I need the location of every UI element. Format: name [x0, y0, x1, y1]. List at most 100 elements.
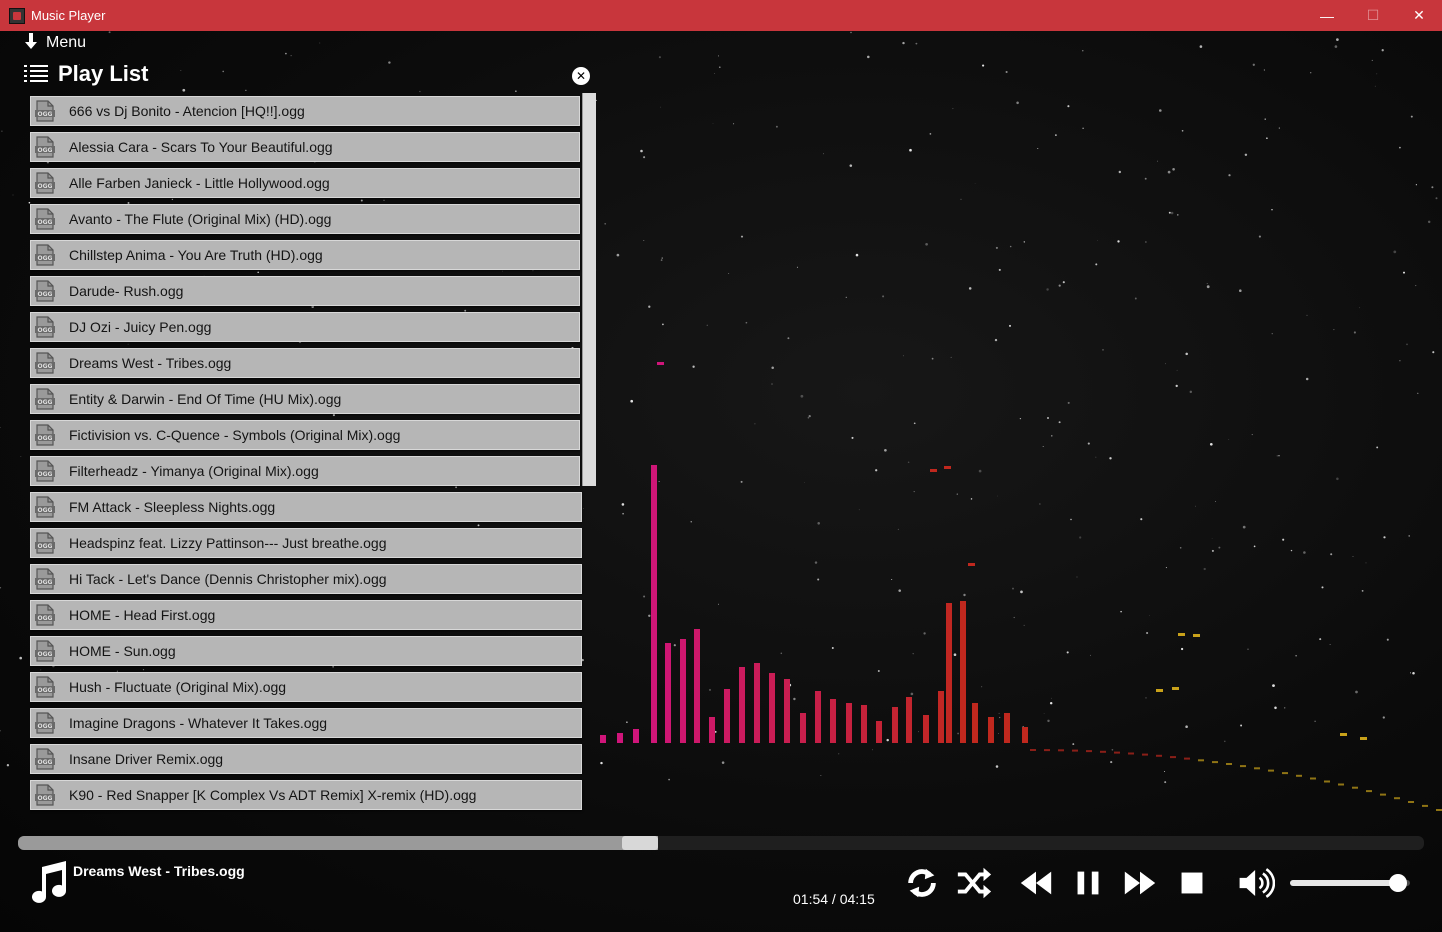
spectrum-bar [946, 603, 952, 743]
spectrum-bar [769, 673, 775, 743]
spectrum-bar [1004, 713, 1010, 743]
floor-marker [1142, 753, 1148, 756]
spectrum-bar [923, 715, 929, 743]
playlist-track[interactable]: OGG Alessia Cara - Scars To Your Beautifu… [30, 132, 580, 162]
ogg-file-icon: OGG [33, 711, 57, 735]
playlist-track[interactable]: OGG Hush - Fluctuate (Original Mix).ogg [30, 672, 582, 702]
playlist-track[interactable]: OGG Alle Farben Janieck - Little Hollywoo… [30, 168, 580, 198]
spectrum-bar [960, 601, 966, 743]
ogg-file-icon: OGG [33, 279, 57, 303]
track-name: Darude- Rush.ogg [69, 283, 184, 299]
ogg-file-icon: OGG [33, 207, 57, 231]
stop-button[interactable] [1170, 861, 1214, 905]
floor-marker [1044, 749, 1050, 752]
pause-button[interactable] [1066, 861, 1110, 905]
peak-marker [1172, 687, 1179, 690]
close-playlist-icon[interactable]: ✕ [572, 67, 590, 85]
floor-marker [1366, 790, 1372, 793]
shuffle-icon [957, 867, 992, 899]
floor-marker [1030, 749, 1036, 751]
playlist-track[interactable]: OGG Imagine Dragons - Whatever It Takes.o… [30, 708, 582, 738]
floor-marker [1086, 750, 1092, 753]
now-playing: Dreams West - Tribes.ogg [28, 857, 245, 905]
svg-text:OGG: OGG [38, 219, 53, 226]
svg-text:OGG: OGG [38, 363, 53, 370]
playlist-track[interactable]: OGG Hi Tack - Let's Dance (Dennis Christo… [30, 564, 582, 594]
playlist-track[interactable]: OGG 666 vs Dj Bonito - Atencion [HQ!!].og… [30, 96, 580, 126]
track-name: Headspinz feat. Lizzy Pattinson--- Just … [69, 535, 387, 551]
spectrum-bar [694, 629, 700, 743]
minimize-button[interactable]: — [1304, 0, 1350, 31]
ogg-file-icon: OGG [33, 423, 57, 447]
playlist-title: Play List [58, 61, 149, 86]
playlist-track[interactable]: OGG Headspinz feat. Lizzy Pattinson--- Ju… [30, 528, 582, 558]
floor-marker [1352, 786, 1358, 789]
seek-bar[interactable] [18, 836, 1424, 850]
playlist-track[interactable]: OGG K90 - Red Snapper [K Complex Vs ADT R… [30, 780, 582, 810]
close-button[interactable]: ✕ [1396, 0, 1442, 31]
playlist-track[interactable]: OGG Avanto - The Flute (Original Mix) (HD… [30, 204, 580, 234]
menu-label: Menu [46, 34, 87, 51]
rewind-button[interactable] [1014, 861, 1058, 905]
volume-slider[interactable] [1290, 874, 1416, 892]
repeat-icon [908, 868, 936, 898]
volume-knob[interactable] [1389, 874, 1407, 892]
spectrum-bar [600, 735, 606, 743]
track-name: Fictivision vs. C-Quence - Symbols (Orig… [69, 427, 401, 443]
ogg-file-icon: OGG [33, 387, 57, 411]
spectrum-bar [617, 733, 623, 743]
ogg-file-icon: OGG [33, 135, 57, 159]
playlist-track[interactable]: OGG Dreams West - Tribes.ogg [30, 348, 580, 378]
playlist-track[interactable]: OGG HOME - Sun.ogg [30, 636, 582, 666]
spectrum-bar [651, 465, 657, 743]
spectrum-bar [754, 663, 760, 743]
peak-marker [968, 563, 975, 566]
ogg-file-icon: OGG [33, 171, 57, 195]
floor-marker [1058, 749, 1064, 752]
playlist-track[interactable]: OGG Darude- Rush.ogg [30, 276, 580, 306]
shuffle-button[interactable] [952, 861, 996, 905]
svg-text:OGG: OGG [38, 327, 53, 334]
spectrum-bar [846, 703, 852, 743]
playlist-track[interactable]: OGG Chillstep Anima - You Are Truth (HD).… [30, 240, 580, 270]
playlist-track[interactable]: OGG Insane Driver Remix.ogg [30, 744, 582, 774]
playlist-track[interactable]: OGG DJ Ozi - Juicy Pen.ogg [30, 312, 580, 342]
spectrum-bar [892, 707, 898, 743]
svg-text:OGG: OGG [38, 111, 53, 118]
floor-marker [1310, 777, 1316, 780]
ogg-file-icon: OGG [33, 603, 57, 627]
playlist-track[interactable]: OGG Fictivision vs. C-Quence - Symbols (O… [30, 420, 580, 450]
volume-button[interactable] [1234, 861, 1278, 905]
spectrum-bar [800, 713, 806, 743]
playlist-track[interactable]: OGG FM Attack - Sleepless Nights.ogg [30, 492, 582, 522]
floor-marker [1436, 809, 1442, 811]
repeat-button[interactable] [900, 861, 944, 905]
playlist-track[interactable]: OGG Entity & Darwin - End Of Time (HU Mix… [30, 384, 580, 414]
playlist[interactable]: OGG 666 vs Dj Bonito - Atencion [HQ!!].og… [30, 96, 598, 844]
stop-icon [1181, 872, 1203, 894]
peak-marker [1178, 633, 1185, 636]
spectrum-bar [1022, 727, 1028, 743]
fast-forward-button[interactable] [1118, 861, 1162, 905]
svg-text:OGG: OGG [38, 579, 53, 586]
svg-text:OGG: OGG [38, 291, 53, 298]
floor-marker [1156, 754, 1162, 757]
playlist-track[interactable]: OGG Filterheadz - Yimanya (Original Mix).… [30, 456, 580, 486]
seek-bar-fill [18, 836, 658, 850]
svg-text:OGG: OGG [38, 651, 53, 658]
playlist-track[interactable]: OGG HOME - Head First.ogg [30, 600, 582, 630]
track-name: K90 - Red Snapper [K Complex Vs ADT Remi… [69, 787, 477, 803]
track-name: Hi Tack - Let's Dance (Dennis Christophe… [69, 571, 387, 587]
floor-marker [1170, 756, 1176, 759]
floor-marker [1240, 765, 1246, 768]
maximize-button[interactable]: ☐ [1350, 0, 1396, 31]
seek-bar-thumb[interactable] [621, 836, 658, 850]
peak-marker [1360, 737, 1367, 740]
playlist-scrollbar[interactable] [582, 93, 596, 486]
ogg-file-icon: OGG [33, 783, 57, 807]
spectrum-bar [830, 699, 836, 743]
spectrum-bar [906, 697, 912, 743]
svg-text:OGG: OGG [38, 615, 53, 622]
menu-button[interactable]: Menu [24, 33, 86, 53]
svg-text:OGG: OGG [38, 255, 53, 262]
